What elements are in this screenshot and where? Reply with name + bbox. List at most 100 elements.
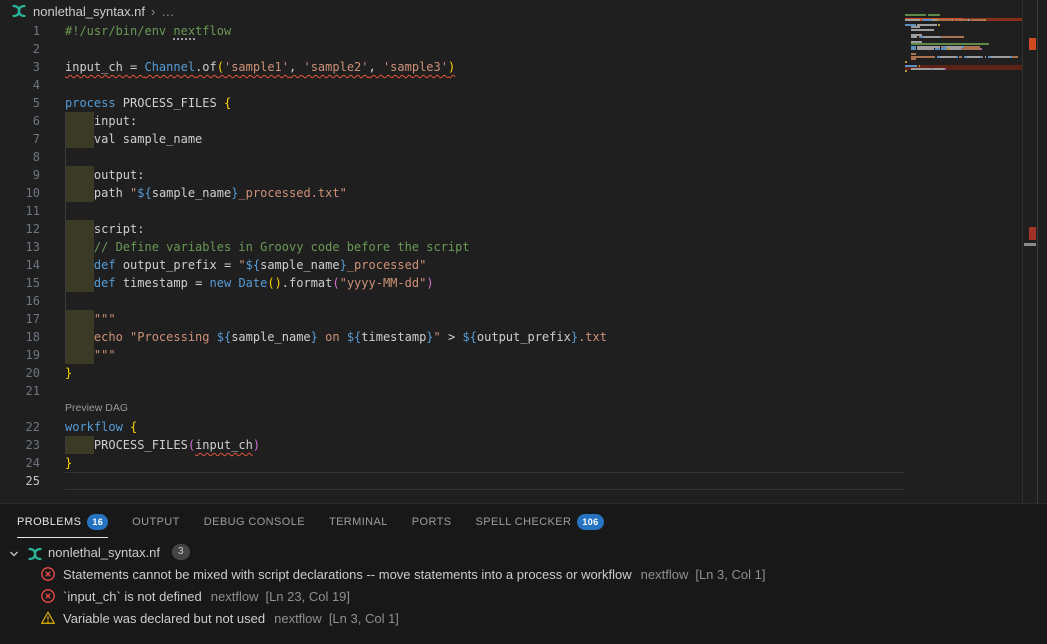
line-number[interactable]: 5	[0, 94, 40, 112]
code-line-content[interactable]: """	[65, 346, 905, 364]
code-line-content[interactable]	[65, 472, 905, 490]
code-line-content[interactable]: def output_prefix = "${sample_name}_proc…	[65, 256, 905, 274]
code-line-content[interactable]: process PROCESS_FILES {	[65, 94, 905, 112]
code-line-content[interactable]: input:	[65, 112, 905, 130]
line-number[interactable]: 2	[0, 40, 40, 58]
code-line-content[interactable]: script:	[65, 220, 905, 238]
code-line[interactable]: 5 process PROCESS_FILES {	[0, 94, 905, 112]
line-number[interactable]: 21	[0, 382, 40, 400]
line-number[interactable]: 12	[0, 220, 40, 238]
panel-tab-terminal[interactable]: TERMINAL	[329, 507, 388, 536]
panel-tab-debug-console[interactable]: DEBUG CONSOLE	[204, 507, 305, 536]
problem-row[interactable]: Variable was declared but not usednextfl…	[0, 607, 1047, 629]
problems-file-name: nonlethal_syntax.nf	[48, 545, 160, 560]
chevron-down-icon[interactable]	[8, 544, 22, 560]
code-line[interactable]: 20}	[0, 364, 905, 382]
code-line-content[interactable]: val sample_name	[65, 130, 905, 148]
line-number[interactable]: 1	[0, 22, 40, 40]
line-number[interactable]: 11	[0, 202, 40, 220]
line-number[interactable]: 20	[0, 364, 40, 382]
code-line[interactable]: 6 input:	[0, 112, 905, 130]
error-squiggle: input_ch = Channel.of('sample1', 'sample…	[65, 60, 455, 74]
code-line-content[interactable]: #!/usr/bin/env nextflow	[65, 22, 905, 40]
code-line[interactable]: 8	[0, 148, 905, 166]
code-line-content[interactable]	[65, 382, 905, 400]
problem-source: nextflow	[641, 567, 689, 582]
line-number[interactable]: 19	[0, 346, 40, 364]
code-line-content[interactable]: def timestamp = new Date().format("yyyy-…	[65, 274, 905, 292]
problem-row[interactable]: `input_ch` is not definednextflow[Ln 23,…	[0, 585, 1047, 607]
breadcrumb-filename[interactable]: nonlethal_syntax.nf	[33, 4, 145, 19]
code-line-content[interactable]	[65, 202, 905, 220]
line-number[interactable]: 10	[0, 184, 40, 202]
panel-tab-output[interactable]: OUTPUT	[132, 507, 180, 536]
code-line[interactable]: 24}	[0, 454, 905, 472]
problems-file-row[interactable]: nonlethal_syntax.nf 3	[0, 541, 1047, 563]
code-line[interactable]: 21	[0, 382, 905, 400]
code-line-content[interactable]: workflow {	[65, 418, 905, 436]
line-number[interactable]: 22	[0, 418, 40, 436]
code-line-content[interactable]: """	[65, 310, 905, 328]
panel-tab-problems[interactable]: PROBLEMS16	[17, 505, 108, 538]
line-number[interactable]: 23	[0, 436, 40, 454]
code-line-content[interactable]: }	[65, 454, 905, 472]
code-line[interactable]: 17 """	[0, 310, 905, 328]
scrollbar-overview-ruler[interactable]	[1022, 0, 1038, 503]
indent-highlight	[66, 274, 94, 292]
code-line-content[interactable]: output:	[65, 166, 905, 184]
line-number[interactable]: 14	[0, 256, 40, 274]
code-line[interactable]: 1 #!/usr/bin/env nextflow	[0, 22, 905, 40]
codelens-preview-dag[interactable]: Preview DAG	[65, 400, 905, 418]
code-line[interactable]: 16	[0, 292, 905, 310]
code-line-content[interactable]: PROCESS_FILES(input_ch)	[65, 436, 905, 454]
line-number[interactable]: 17	[0, 310, 40, 328]
line-number[interactable]: 7	[0, 130, 40, 148]
code-line-content[interactable]: path "${sample_name}_processed.txt"	[65, 184, 905, 202]
code-line[interactable]: 3 input_ch = Channel.of('sample1', 'sampl…	[0, 58, 905, 76]
code-line[interactable]: 18 echo "Processing ${sample_name} on ${…	[0, 328, 905, 346]
breadcrumb-more[interactable]: …	[161, 4, 174, 19]
code-line[interactable]: 14 def output_prefix = "${sample_name}_p…	[0, 256, 905, 274]
panel-tab-spell-checker[interactable]: SPELL CHECKER106	[475, 505, 603, 538]
code-line[interactable]: 2	[0, 40, 905, 58]
code-line-content[interactable]: // Define variables in Groovy code befor…	[65, 238, 905, 256]
line-number[interactable]: 9	[0, 166, 40, 184]
code-line[interactable]: 22 workflow {	[0, 418, 905, 436]
code-line-content[interactable]	[65, 292, 905, 310]
line-number[interactable]: 8	[0, 148, 40, 166]
line-number[interactable]: 4	[0, 76, 40, 94]
code-editor[interactable]: 1 #!/usr/bin/env nextflow 23 input_ch = Cha…	[0, 22, 905, 490]
code-line[interactable]: 7 val sample_name	[0, 130, 905, 148]
minimap[interactable]	[905, 14, 1022, 94]
codelens-row[interactable]: Preview DAG	[0, 400, 905, 418]
code-line[interactable]: 4	[0, 76, 905, 94]
breadcrumb[interactable]: nonlethal_syntax.nf › …	[0, 0, 174, 22]
code-line[interactable]: 19 """	[0, 346, 905, 364]
code-line-content[interactable]	[65, 76, 905, 94]
line-number[interactable]: 24	[0, 454, 40, 472]
code-line-content[interactable]: echo "Processing ${sample_name} on ${tim…	[65, 328, 905, 346]
problems-list: Statements cannot be mixed with script d…	[0, 563, 1047, 629]
line-number[interactable]: 18	[0, 328, 40, 346]
line-number[interactable]: 25	[0, 472, 40, 490]
line-number[interactable]: 16	[0, 292, 40, 310]
panel-tab-ports[interactable]: PORTS	[412, 507, 452, 536]
code-line[interactable]: 15 def timestamp = new Date().format("yy…	[0, 274, 905, 292]
code-line[interactable]: 10 path "${sample_name}_processed.txt"	[0, 184, 905, 202]
code-line[interactable]: 23 PROCESS_FILES(input_ch)	[0, 436, 905, 454]
line-number[interactable]: 3	[0, 58, 40, 76]
code-line[interactable]: 11	[0, 202, 905, 220]
code-line-content[interactable]	[65, 148, 905, 166]
problem-row[interactable]: Statements cannot be mixed with script d…	[0, 563, 1047, 585]
code-line-content[interactable]: }	[65, 364, 905, 382]
code-line-content[interactable]: input_ch = Channel.of('sample1', 'sample…	[65, 58, 905, 76]
line-number[interactable]: 15	[0, 274, 40, 292]
code-line[interactable]: 12 script:	[0, 220, 905, 238]
line-number[interactable]: 13	[0, 238, 40, 256]
code-line[interactable]: 9 output:	[0, 166, 905, 184]
code-line[interactable]: 25	[0, 472, 905, 490]
code-line[interactable]: 13 // Define variables in Groovy code be…	[0, 238, 905, 256]
code-line-content[interactable]	[65, 40, 905, 58]
line-number[interactable]: 6	[0, 112, 40, 130]
line-number[interactable]	[0, 400, 40, 418]
